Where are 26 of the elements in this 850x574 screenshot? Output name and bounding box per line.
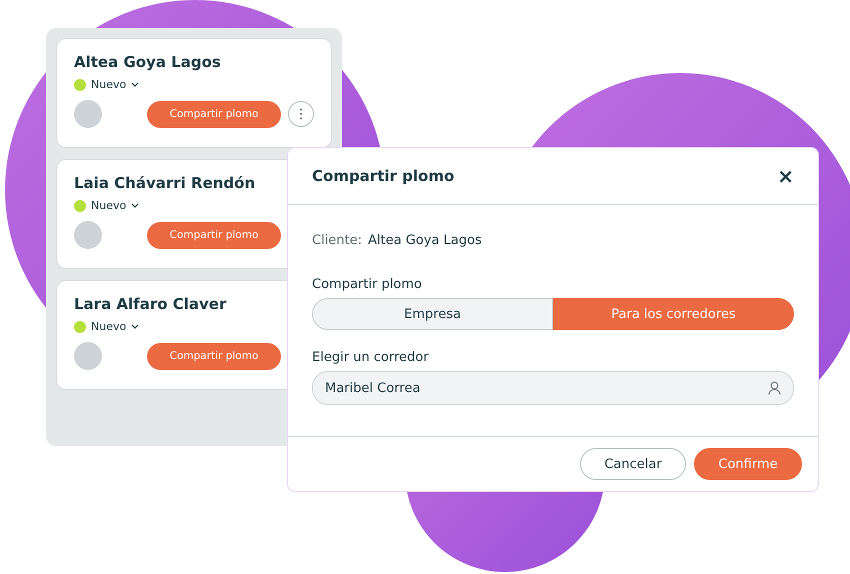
share-option[interactable]: Empresa (312, 298, 553, 330)
dialog-title: Compartir plomo (312, 167, 454, 185)
status-dropdown[interactable]: Nuevo (91, 78, 126, 91)
status-dot (74, 200, 86, 212)
client-label: Cliente: (312, 233, 362, 248)
avatar (74, 100, 102, 128)
lead-name: Altea Goya Lagos (74, 53, 222, 71)
status-dot (74, 320, 86, 332)
client-name: Altea Goya Lagos (368, 233, 482, 248)
lead-name: Laia Chávarri Rendón (74, 174, 256, 192)
share-label: Compartir plomo (312, 277, 423, 292)
status-dot (74, 78, 86, 90)
chevron-down-icon (131, 324, 140, 329)
more-button[interactable]: ⋮ (288, 101, 314, 127)
avatar (74, 221, 102, 249)
close-button[interactable]: × (777, 164, 794, 188)
status-dropdown[interactable]: Nuevo (91, 199, 126, 212)
cancel-button[interactable]: Cancelar (580, 448, 686, 480)
broker-field[interactable]: Maribel Correa (312, 371, 794, 405)
chevron-down-icon (131, 203, 140, 208)
lead-name: Lara Alfaro Claver (74, 295, 228, 313)
chevron-down-icon (131, 82, 140, 87)
user-icon (768, 381, 781, 395)
avatar (74, 342, 102, 370)
status-dropdown[interactable]: Nuevo (91, 320, 126, 333)
broker-label: Elegir un corredor (312, 350, 430, 365)
